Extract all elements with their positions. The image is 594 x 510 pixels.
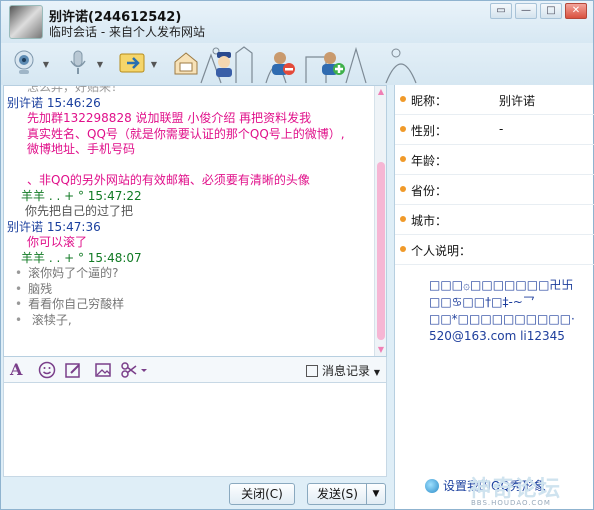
screenshot-scissors-icon[interactable] (120, 361, 148, 379)
info-field-label: 城市： (411, 214, 448, 228)
bullet-icon: • (15, 312, 23, 327)
action-bar: 关闭(C) 发送(S) ▼ (3, 477, 387, 509)
personal-signature: □□□۞□□□□□□□卍卐 □□♋□□†□‡-~乛 □□*□□□□□□□□□□· 52… (429, 277, 589, 345)
scroll-down-icon[interactable]: ▼ (375, 344, 386, 356)
message-text: 滚你妈了个逼的? (28, 266, 119, 280)
signature-line: 520@163.com li12345 (429, 329, 565, 343)
chevron-down-icon[interactable]: ▼ (43, 60, 49, 69)
message-header: 别许诺 15:47:36 (7, 219, 101, 234)
bullet-icon (400, 246, 406, 252)
watermark-url: BBS.HOUDAO.COM (471, 499, 551, 507)
message-text: • 滚犊子, (7, 313, 372, 329)
message-text: 先加群132298828 说加联盟 小俊介绍 再把资料发我 (27, 111, 312, 125)
remove-user-icon (272, 52, 295, 75)
info-field: 省份： (395, 175, 594, 205)
message-text: 你可以滚了 (27, 235, 88, 249)
send-file-icon (119, 53, 145, 73)
edit-icon[interactable] (64, 361, 82, 379)
add-user-icon (322, 52, 345, 75)
message-input[interactable] (3, 383, 387, 477)
feature-toolbar: ▼ ▼ ▼ (1, 43, 593, 85)
signature-line: □□♋□□†□‡-~乛 (429, 295, 535, 309)
message-header: 别许诺 15:46:26 (7, 95, 101, 110)
info-field: 昵称： 别许诺 (395, 85, 594, 115)
bullet-icon: • (15, 266, 23, 280)
minimize-button[interactable]: — (515, 3, 537, 19)
bullet-icon (400, 156, 406, 162)
message-text: 看看你自己穷酸样 (28, 297, 125, 311)
window-controls: ▭ — □ ✕ (490, 3, 587, 19)
send-button[interactable]: 发送(S) (307, 483, 367, 505)
message-header: 羊羊 . . + ° 15:47:22 (21, 188, 142, 203)
bullet-icon: • (15, 281, 23, 296)
session-subtitle: 临时会话 - 来自个人发布网站 (49, 25, 205, 39)
bullet-icon (400, 216, 406, 222)
message-text: • 脑残 (7, 282, 372, 298)
microphone-icon (70, 50, 86, 74)
skin-button[interactable]: ▭ (490, 3, 512, 19)
message-history[interactable]: 怎么弄，好贴来！ 别许诺 15:46:26 先加群132298828 说加联盟 小俊… (3, 85, 387, 357)
message-list: 怎么弄，好贴来！ 别许诺 15:46:26 先加群132298828 说加联盟 小俊… (7, 85, 372, 329)
info-field-value: - (499, 122, 504, 136)
font-icon[interactable]: A (10, 361, 22, 379)
message-text: 微博地址、手机号码 (27, 142, 136, 156)
bullet-icon (400, 96, 406, 102)
info-field: 年龄： (395, 145, 594, 175)
history-icon (306, 365, 318, 377)
chevron-down-icon[interactable]: ▼ (97, 60, 103, 69)
title-bar: 别许诺(244612542) 临时会话 - 来自个人发布网站 ▭ — □ ✕ (1, 1, 593, 43)
format-toolbar: A 消息记录 ▼ (3, 357, 387, 383)
message-history-button[interactable]: 消息记录 ▼ (306, 362, 380, 379)
info-field: 城市： (395, 205, 594, 235)
signature-line: □□*□□□□□□□□□□· (429, 312, 575, 326)
webcam-icon (14, 50, 34, 74)
message-text: 脑残 (28, 281, 53, 296)
close-window-button[interactable]: ✕ (565, 3, 587, 19)
close-button[interactable]: 关闭(C) (229, 483, 295, 505)
chevron-down-icon[interactable]: ▼ (374, 368, 380, 377)
info-field-label: 昵称： (411, 94, 448, 108)
message-text: • 滚你妈了个逼的? (7, 266, 372, 282)
info-field-label: 个人说明： (411, 244, 472, 258)
video-call-button[interactable]: ▼ (9, 48, 49, 78)
message-header: 羊羊 . . + ° 15:48:07 (21, 250, 142, 265)
send-file-button[interactable]: ▼ (117, 48, 157, 78)
security-officer-icon (216, 52, 232, 77)
message-text: • 看看你自己穷酸样 (7, 297, 372, 313)
emoji-icon[interactable] (38, 361, 56, 379)
remove-contact-button[interactable] (267, 48, 297, 78)
message-text: 、非QQ的另外网站的有效邮箱、必须要有清晰的头像 (27, 173, 310, 187)
message-text: 你先把自己的过了把 (25, 204, 134, 218)
voice-call-button[interactable]: ▼ (63, 48, 103, 78)
send-options-dropdown[interactable]: ▼ (366, 483, 386, 505)
history-label: 消息记录 (322, 364, 371, 378)
signature-line: □□□۞□□□□□□□卍卐 (429, 278, 574, 292)
message-text: 滚犊子, (28, 312, 72, 327)
message-text: 真实姓名、QQ号（就是你需要认证的那个QQ号上的微博）, (27, 126, 345, 141)
globe-icon (425, 479, 439, 493)
chevron-down-icon[interactable]: ▼ (151, 60, 157, 69)
message-text: 怎么弄，好贴来！ (27, 85, 124, 94)
info-field-value: 别许诺 (499, 94, 536, 108)
info-field-label: 省份： (411, 184, 448, 198)
info-field-label: 年龄： (411, 154, 448, 168)
add-contact-button[interactable] (317, 48, 347, 78)
image-icon[interactable] (94, 361, 112, 379)
info-field: 个人说明： (395, 235, 594, 265)
qq-chat-window: 别许诺(244612542) 临时会话 - 来自个人发布网站 ▭ — □ ✕ ▼ (0, 0, 594, 510)
bullet-icon: • (15, 297, 23, 311)
info-field: 性别： - (395, 115, 594, 145)
contact-info-panel: 昵称： 别许诺 性别： - 年龄： 省份： 城市： 个人说明： □□□۞□□□□□□□卍卐 □□… (394, 85, 594, 509)
bullet-icon (400, 126, 406, 132)
scroll-thumb[interactable] (377, 162, 385, 340)
maximize-button[interactable]: □ (540, 3, 562, 19)
bullet-icon (400, 186, 406, 192)
police-avatar-button[interactable] (209, 48, 239, 78)
info-field-label: 性别： (411, 124, 448, 138)
avatar[interactable] (9, 5, 43, 39)
scroll-up-icon[interactable]: ▲ (375, 86, 386, 98)
chat-scrollbar[interactable]: ▲ ▼ (374, 86, 386, 356)
